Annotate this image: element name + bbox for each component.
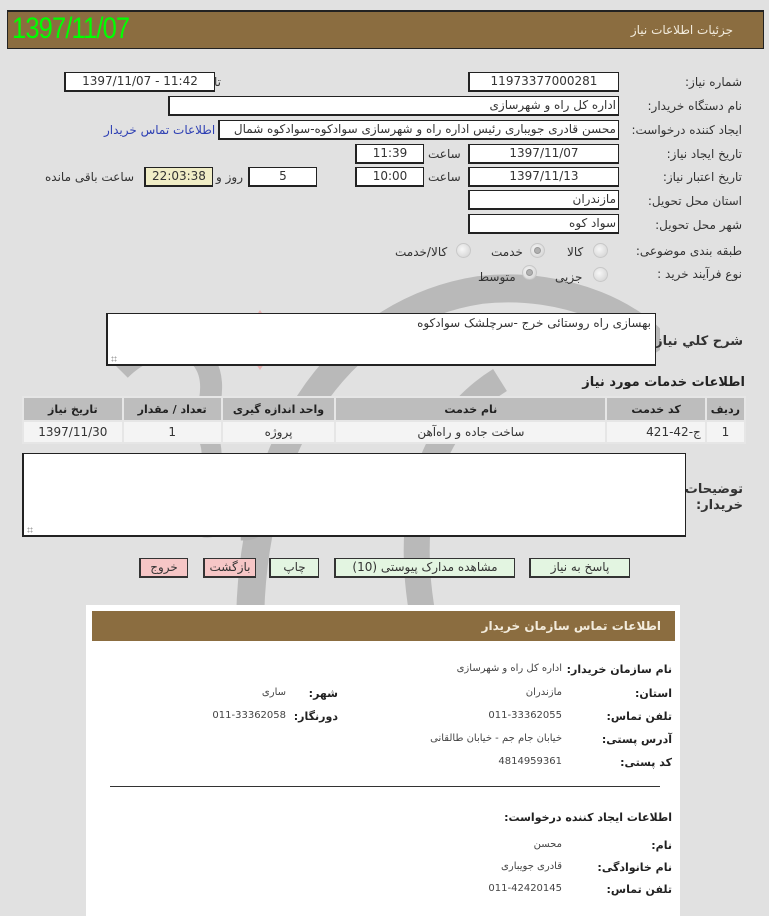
days-remaining-field[interactable]: 5 — [248, 167, 317, 187]
col-need-date: تاریخ نیاز — [22, 396, 124, 422]
create-time-label: ساعت — [428, 147, 461, 161]
services-table: ردیف کد خدمت نام خدمت واحد اندازه گیری ت… — [22, 396, 747, 444]
col-service-name: نام خدمت — [334, 396, 608, 422]
contact-province-value: مازندران — [525, 687, 562, 698]
cell-unit: پروژه — [220, 420, 337, 444]
col-unit: واحد اندازه گیری — [220, 396, 337, 422]
category-radio-goods-label: کالا — [567, 245, 584, 259]
province-field[interactable]: مازندران — [468, 190, 619, 210]
description-text: بهسازی راه روستائی خرج -سرچلشک سوادکوه — [417, 316, 651, 330]
requester-phone-value: 011-42420145 — [488, 883, 562, 894]
category-radio-goods-service-label: کالا/خدمت — [395, 245, 448, 259]
contact-divider — [110, 786, 660, 787]
contact-phone-label: تلفن تماس: — [606, 710, 672, 723]
contact-fax-value: 011-33362058 — [212, 710, 286, 721]
print-button[interactable]: چاپ — [269, 558, 319, 578]
purchase-type-label: نوع فرآیند خرید : — [657, 267, 742, 281]
col-quantity: تعداد / مقدار — [121, 396, 223, 422]
contact-postal-value: 4814959361 — [498, 756, 562, 767]
contact-city-label: شهر: — [308, 687, 338, 700]
col-row-number: ردیف — [704, 396, 747, 422]
purchase-radio-medium[interactable] — [522, 265, 537, 280]
province-label: استان محل تحویل: — [647, 194, 742, 208]
resize-grip-icon[interactable] — [27, 527, 33, 533]
requester-first-name-label: نام: — [651, 839, 672, 852]
requester-last-name-label: نام خانوادگی: — [597, 861, 672, 874]
requester-label: ایجاد کننده درخواست: — [631, 123, 742, 137]
header-title: جزئیات اطلاعات نیاز — [630, 23, 733, 37]
requester-field[interactable]: محسن قادری جویباری رئیس اداره راه و شهرس… — [218, 120, 619, 140]
table-row: 1 ج-42-421 ساخت جاده و راه‌آهن پروژه 1 1… — [22, 420, 747, 444]
valid-date-field[interactable]: 1397/11/13 — [468, 167, 619, 187]
category-radio-service[interactable] — [530, 243, 545, 258]
contact-postal-label: کد پستی: — [620, 756, 672, 769]
cell-need-date: 1397/11/30 — [22, 420, 124, 444]
buyer-notes-label-line2: خریدار: — [696, 498, 743, 513]
contact-province-label: استان: — [635, 687, 672, 700]
announce-field[interactable]: 1397/11/07 - 11:42 — [64, 72, 215, 92]
back-button[interactable]: بازگشت — [203, 558, 256, 578]
services-title: اطلاعات خدمات مورد نیاز — [582, 375, 745, 390]
contact-card-title: اطلاعات تماس سازمان خریدار — [481, 619, 661, 633]
category-radio-goods-service[interactable] — [456, 243, 471, 258]
buyer-org-field[interactable]: اداره کل راه و شهرسازی — [168, 96, 619, 116]
cell-row-number: 1 — [704, 420, 747, 444]
contact-city-value: ساری — [261, 687, 286, 698]
city-field[interactable]: سواد کوه — [468, 214, 619, 234]
time-remaining-label: ساعت باقی مانده — [45, 170, 135, 184]
create-date-label: تاریخ ایجاد نیاز: — [666, 147, 742, 161]
view-attachments-button[interactable]: مشاهده مدارک پیوستی (10) — [334, 558, 515, 578]
time-remaining-field: 22:03:38 — [144, 167, 213, 187]
cell-service-code: ج-42-421 — [605, 420, 707, 444]
buyer-contact-link[interactable]: اطلاعات تماس خریدار — [104, 123, 215, 137]
valid-date-label: تاریخ اعتبار نیاز: — [662, 170, 742, 184]
header-date: 1397/11/07 — [12, 12, 130, 45]
contact-fax-label: دورنگار: — [293, 710, 338, 723]
col-service-code: کد خدمت — [605, 396, 707, 422]
cell-quantity: 1 — [121, 420, 223, 444]
purchase-radio-minor[interactable] — [593, 267, 608, 282]
requester-phone-label: تلفن تماس: — [606, 883, 672, 896]
category-radio-service-label: خدمت — [491, 245, 523, 259]
contact-org-value: اداره کل راه و شهرسازی — [456, 663, 562, 674]
valid-time-label: ساعت — [428, 170, 461, 184]
need-number-label: شماره نیاز: — [685, 75, 742, 89]
contact-phone-value: 011-33362055 — [488, 710, 562, 721]
respond-button[interactable]: پاسخ به نیاز — [529, 558, 630, 578]
requester-last-name-value: قادری جویباری — [501, 861, 562, 872]
contact-org-label: نام سازمان خریدار: — [566, 663, 672, 676]
purchase-radio-minor-label: جزیی — [555, 270, 583, 284]
city-label: شهر محل تحویل: — [655, 218, 742, 232]
description-textarea[interactable]: بهسازی راه روستائی خرج -سرچلشک سوادکوه — [106, 313, 656, 366]
buyer-contact-card: اطلاعات تماس سازمان خریدار نام سازمان خر… — [86, 605, 680, 916]
exit-button[interactable]: خروج — [139, 558, 188, 578]
buyer-notes-label: توضیحات خریدار: — [685, 482, 743, 514]
buyer-notes-textarea[interactable] — [22, 453, 686, 537]
days-label: روز و — [216, 170, 243, 184]
resize-grip-icon[interactable] — [111, 356, 117, 362]
contact-address-value: خیابان جام جم - خیابان طالقانی — [430, 733, 562, 744]
valid-time-field[interactable]: 10:00 — [355, 167, 424, 187]
create-time-field[interactable]: 11:39 — [355, 144, 424, 164]
purchase-radio-medium-label: متوسط — [478, 270, 516, 284]
category-radio-goods[interactable] — [593, 243, 608, 258]
contact-address-label: آدرس پستی: — [601, 733, 672, 746]
create-date-field[interactable]: 1397/11/07 — [468, 144, 619, 164]
buyer-notes-label-line1: توضیحات — [684, 482, 743, 497]
need-number-field[interactable]: 11973377000281 — [468, 72, 619, 92]
buyer-org-label: نام دستگاه خریدار: — [647, 99, 743, 113]
requester-first-name-value: محسن — [533, 839, 562, 850]
page-header: 1397/11/07 جزئیات اطلاعات نیاز — [7, 10, 764, 49]
contact-card-header: اطلاعات تماس سازمان خریدار — [92, 611, 675, 641]
category-label: طبقه بندی موضوعی: — [635, 244, 742, 258]
requester-section-title: اطلاعات ایجاد کننده درخواست: — [504, 811, 672, 824]
description-label: شرح کلي نياز: — [649, 334, 743, 349]
cell-service-name: ساخت جاده و راه‌آهن — [334, 420, 608, 444]
table-header-row: ردیف کد خدمت نام خدمت واحد اندازه گیری ت… — [22, 396, 747, 422]
